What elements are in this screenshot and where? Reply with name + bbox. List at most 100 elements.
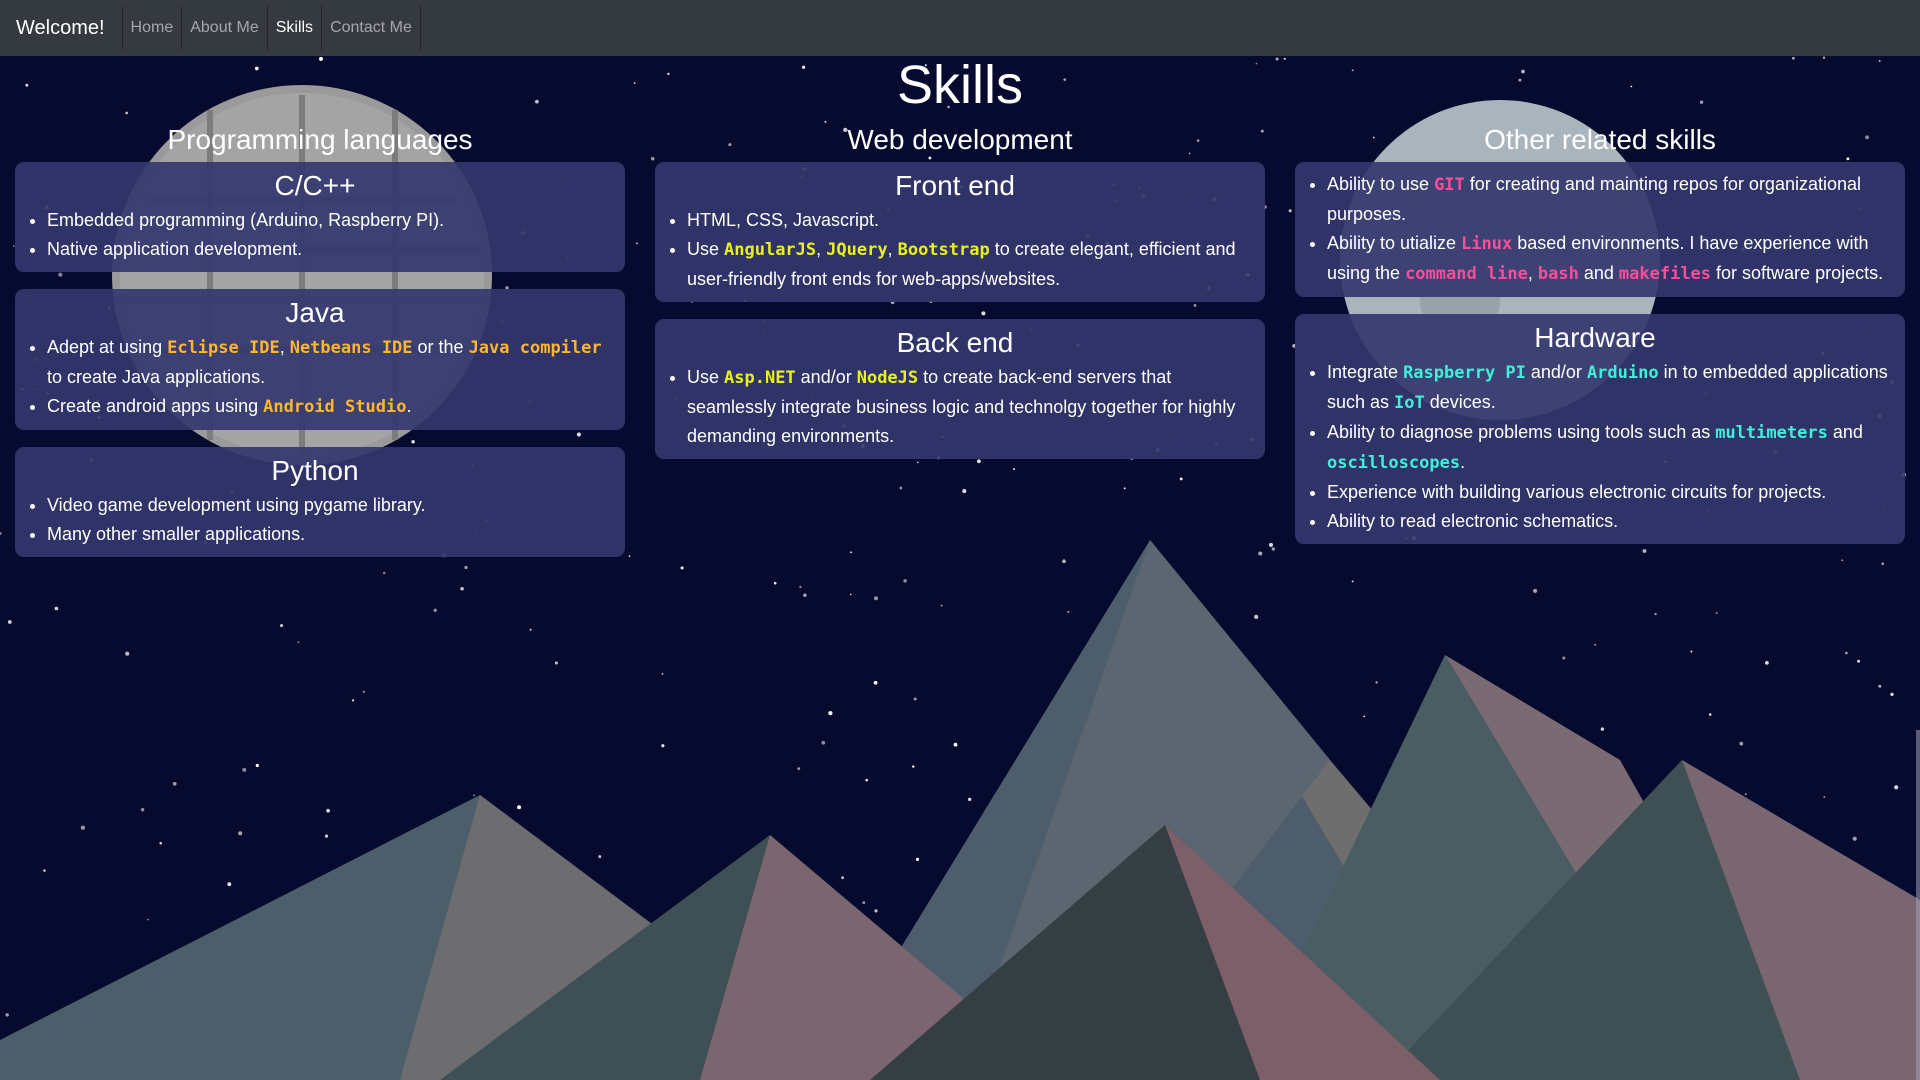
star [125,651,130,656]
skill-item: Ability to use GIT for creating and main… [1327,170,1895,229]
star [1123,487,1126,490]
scrollbar-thumb[interactable] [1916,730,1920,1080]
highlighted-term: Arduino [1586,363,1659,383]
skill-card-hardware: Hardware Integrate Raspberry PI and/or A… [1295,314,1905,544]
star [255,763,259,768]
skill-card-java: Java Adept at using Eclipse IDE, Netbean… [15,289,625,430]
star [850,551,852,554]
star [324,834,329,838]
skill-item: Many other smaller applications. [47,520,615,549]
skill-list: Embedded programming (Arduino, Raspberry… [15,206,615,264]
skill-list: HTML, CSS, Javascript.Use AngularJS, JQu… [655,206,1255,294]
skill-item: Integrate Raspberry PI and/or Arduino in… [1327,358,1895,418]
star [1067,610,1070,613]
skill-card-back-end: Back end Use Asp.NET and/or NodeJS to cr… [655,319,1265,459]
highlighted-term: Netbeans IDE [289,338,413,358]
nav-link-skills[interactable]: Skills [266,6,321,50]
skill-list: Integrate Raspberry PI and/or Arduino in… [1295,358,1895,536]
star [773,581,777,585]
star [1894,785,1899,790]
star [140,807,145,812]
star [280,624,284,628]
star [1852,836,1857,841]
column-heading: Other related skills [1484,124,1716,155]
star [54,606,59,611]
card-title: C/C++ [274,170,356,201]
card-title: Java [285,297,345,328]
star [862,901,866,905]
skill-item: Adept at using Eclipse IDE, Netbeans IDE… [47,333,615,392]
star [1533,588,1538,593]
skill-item: Video game development using pygame libr… [47,491,615,520]
star [1845,651,1848,655]
highlighted-term: Android Studio [263,397,407,417]
star [159,841,162,845]
skill-item: Use Asp.NET and/or NodeJS to create back… [687,363,1255,451]
column-other-related-skills: Other related skills Ability to use GIT … [1295,124,1905,561]
star [1764,660,1769,665]
skill-card-general: Ability to use GIT for creating and main… [1295,162,1905,297]
star [912,765,915,768]
star [1254,614,1259,620]
navbar-brand[interactable]: Welcome! [0,17,122,40]
star [1594,643,1597,646]
nav-link-contact-me[interactable]: Contact Me [321,6,421,50]
column-web-development: Web development Front end HTML, CSS, Jav… [655,124,1265,476]
star [803,593,807,598]
nav-link-home[interactable]: Home [121,6,182,50]
star [628,555,631,558]
star [953,742,958,747]
star [1600,727,1605,731]
star [473,794,476,797]
star [43,869,46,872]
star [172,781,177,786]
star [517,805,522,810]
star [1375,681,1378,684]
column-heading: Programming languages [167,124,473,155]
skill-item: Ability to utialize Linux based environm… [1327,229,1895,289]
skill-card-front-end: Front end HTML, CSS, Javascript.Use Angu… [655,162,1265,302]
skill-list: Ability to use GIT for creating and main… [1295,170,1895,289]
highlighted-term: NodeJS [856,368,919,388]
highlighted-term: command line [1405,264,1528,284]
star [326,808,330,813]
star [913,697,917,701]
star [7,620,12,624]
star [636,242,638,245]
skill-item: Embedded programming (Arduino, Raspberry… [47,206,615,235]
star [680,566,684,570]
star [828,710,833,716]
highlighted-term: Raspberry PI [1403,363,1526,383]
star [873,596,879,601]
star [238,831,243,836]
star [460,586,464,591]
star [1823,796,1826,798]
highlighted-term: Eclipse IDE [167,338,280,358]
star [1062,559,1066,564]
star [873,680,878,685]
star [242,767,247,772]
star [903,579,907,583]
star [1739,741,1744,746]
nav-link-about-me[interactable]: About Me [181,6,266,50]
star [940,604,943,607]
star [1744,793,1747,796]
star [297,641,300,644]
star [841,876,845,880]
star [1351,580,1354,583]
highlighted-term: GIT [1434,175,1465,195]
card-title: Hardware [1534,322,1656,353]
navbar: Welcome! Home About Me Skills Contact Me [0,0,1920,56]
star [1258,551,1263,556]
skill-item: Use AngularJS, JQuery, Bootstrap to crea… [687,235,1255,294]
highlighted-term: AngularJS [724,240,817,260]
star [351,699,355,702]
star [80,825,86,830]
skill-item: Create android apps using Android Studio… [47,392,615,422]
page-title: Skills [896,55,1023,115]
star [1271,547,1275,551]
star [362,690,365,693]
star [529,628,532,631]
star [962,489,967,494]
skill-list: Adept at using Eclipse IDE, Netbeans IDE… [15,333,615,422]
